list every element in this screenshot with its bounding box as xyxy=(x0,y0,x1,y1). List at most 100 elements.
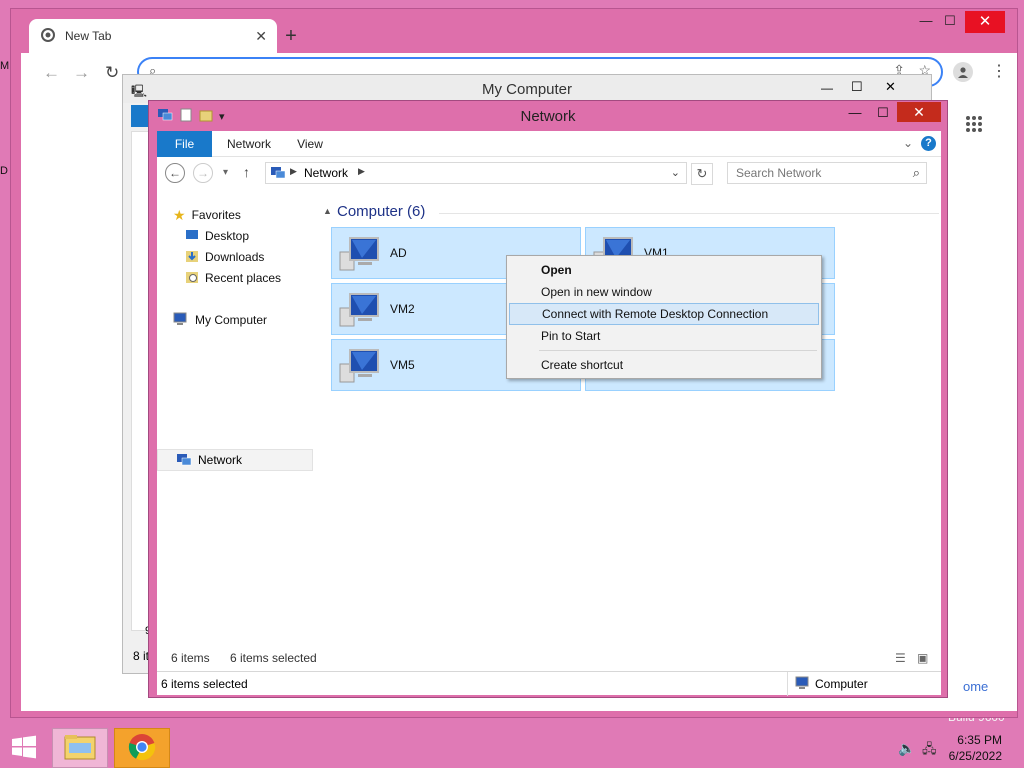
forward-button[interactable]: → xyxy=(193,163,213,183)
ribbon: File Network View ⌄ ? xyxy=(157,131,941,157)
computer-label: VM5 xyxy=(390,358,415,372)
chrome-tab-new-tab[interactable]: New Tab ✕ xyxy=(29,19,277,53)
nav-recent-label: Recent places xyxy=(205,271,282,285)
recent-places-icon xyxy=(185,270,199,287)
desktop-fragment-m: M xyxy=(0,60,10,72)
nav-downloads[interactable]: Downloads xyxy=(185,247,264,267)
forward-arrow-icon[interactable]: → xyxy=(73,63,90,83)
group-collapse-icon[interactable]: ▲ xyxy=(323,206,332,216)
address-network-icon xyxy=(270,166,286,183)
chrome-tab-title: New Tab xyxy=(65,29,112,43)
network-window: ▾ Network — ☐ ✕ File Network View ⌄ ? ← … xyxy=(148,100,948,698)
welcome-fragment[interactable]: ome xyxy=(959,673,1001,701)
statusbar-computer-label: Computer xyxy=(815,677,868,691)
network-tray-icon[interactable]: 🖧 xyxy=(922,740,937,762)
nav-my-computer-label: My Computer xyxy=(195,313,268,327)
my-computer-close-button[interactable]: ✕ xyxy=(885,79,896,95)
computer-label: VM2 xyxy=(390,302,415,316)
star-icon: ★ xyxy=(173,206,186,223)
menu-item-pin-to-start[interactable]: Pin to Start xyxy=(509,325,819,347)
up-button[interactable]: ↑ xyxy=(243,164,250,180)
menu-item-open-new-window[interactable]: Open in new window xyxy=(509,281,819,303)
file-explorer-icon xyxy=(63,733,97,764)
details-view-icon[interactable]: ☰ xyxy=(895,651,906,665)
chrome-menu-icon[interactable]: ⋮ xyxy=(991,61,1007,81)
downloads-icon xyxy=(185,249,199,266)
back-button[interactable]: ← xyxy=(165,163,185,183)
chrome-tabstrip: New Tab ✕ + — ☐ ✕ xyxy=(11,9,1017,53)
refresh-icon[interactable]: ↻ xyxy=(691,163,713,185)
nav-favorites-label: Favorites xyxy=(191,208,241,222)
nav-network-selected[interactable]: Network xyxy=(157,449,313,471)
nav-recent-places[interactable]: Recent places xyxy=(185,268,281,288)
menu-item-open[interactable]: Open xyxy=(509,259,819,281)
chrome-close-button[interactable]: ✕ xyxy=(965,11,1005,33)
menu-item-create-shortcut[interactable]: Create shortcut xyxy=(509,354,819,376)
nav-favorites[interactable]: ★ Favorites xyxy=(173,205,241,225)
chrome-favicon-icon xyxy=(41,27,55,45)
navigation-pane: ★ Favorites Desktop Downloads Recent pla… xyxy=(157,205,317,645)
taskbar-chrome[interactable] xyxy=(114,728,170,768)
address-dropdown-icon[interactable]: ⌄ xyxy=(671,166,680,179)
my-computer-title: My Computer xyxy=(481,81,573,98)
nav-desktop[interactable]: Desktop xyxy=(185,226,249,246)
network-titlebar: ▾ Network — ☐ ✕ xyxy=(149,101,947,131)
statusbar-selected: 6 items selected xyxy=(161,677,248,691)
computer-monitor-icon xyxy=(336,344,382,386)
network-status-bar: 6 items selected Computer xyxy=(157,671,941,696)
nav-downloads-label: Downloads xyxy=(205,250,265,264)
desktop-fragment-d: D xyxy=(0,165,8,177)
menu-item-remote-desktop[interactable]: Connect with Remote Desktop Connection xyxy=(509,303,819,325)
network-minimize-button[interactable]: — xyxy=(841,105,869,120)
my-computer-minimize-button[interactable]: — xyxy=(821,81,833,95)
network-nav-icon xyxy=(176,453,192,470)
recent-locations-icon[interactable]: ▾ xyxy=(223,167,228,178)
my-computer-maximize-button[interactable]: ☐ xyxy=(851,79,863,95)
network-maximize-button[interactable]: ☐ xyxy=(869,105,897,121)
my-computer-titlebar: 🖳 My Computer — ☐ ✕ xyxy=(123,75,931,103)
status-selected-count: 6 items selected xyxy=(230,651,317,665)
statusbar-divider xyxy=(787,672,788,696)
menu-separator xyxy=(539,350,817,351)
status-item-count: 6 items xyxy=(171,651,210,665)
breadcrumb-chevron-icon[interactable]: ▶ xyxy=(290,166,297,177)
ribbon-tab-network[interactable]: Network xyxy=(219,131,279,157)
search-network-input[interactable]: Search Network ⌕ xyxy=(727,162,927,184)
tab-close-icon[interactable]: ✕ xyxy=(255,28,267,45)
address-bar[interactable]: ▶ Network ▶ ⌄ xyxy=(265,162,687,184)
breadcrumb-next-chevron-icon[interactable]: ▶ xyxy=(358,166,365,177)
profile-avatar-icon[interactable] xyxy=(953,62,973,82)
network-close-button[interactable]: ✕ xyxy=(897,102,941,122)
volume-muted-icon[interactable]: 🔈 xyxy=(898,740,915,757)
windows-logo-icon xyxy=(11,735,37,762)
chrome-logo-icon xyxy=(128,733,156,764)
chrome-maximize-button[interactable]: ☐ xyxy=(935,13,965,29)
nav-network-label: Network xyxy=(198,453,243,467)
ribbon-expand-icon[interactable]: ⌄ xyxy=(903,136,913,150)
ribbon-tab-view[interactable]: View xyxy=(287,131,333,157)
nav-desktop-label: Desktop xyxy=(205,229,250,243)
my-computer-status-fragment: 8 it xyxy=(133,649,150,663)
back-arrow-icon[interactable]: ← xyxy=(43,63,60,83)
clock-date: 6/25/2022 xyxy=(948,749,1002,763)
group-header-computer[interactable]: Computer (6) xyxy=(337,203,425,220)
google-apps-icon[interactable] xyxy=(965,115,983,133)
help-icon[interactable]: ? xyxy=(921,136,936,151)
breadcrumb-network[interactable]: Network xyxy=(304,166,348,180)
network-explorer-body: File Network View ⌄ ? ← → ▾ ↑ ▶ Network … xyxy=(157,131,941,691)
search-icon: ⌕ xyxy=(912,165,920,180)
computer-monitor-icon xyxy=(336,232,382,274)
reload-icon[interactable]: ↻ xyxy=(105,63,119,83)
new-tab-button[interactable]: + xyxy=(279,25,303,48)
taskbar: 🔈 🖧 6:35 PM 6/25/2022 xyxy=(0,728,1024,768)
ribbon-tab-file[interactable]: File xyxy=(157,131,212,157)
desktop-icon xyxy=(185,229,199,244)
large-icons-view-icon[interactable]: ▣ xyxy=(917,651,928,665)
network-title: Network xyxy=(520,108,576,125)
taskbar-file-explorer[interactable] xyxy=(52,728,108,768)
nav-my-computer[interactable]: My Computer xyxy=(173,310,267,330)
taskbar-clock[interactable]: 6:35 PM 6/25/2022 xyxy=(949,732,1002,764)
group-divider xyxy=(439,213,939,214)
start-button[interactable] xyxy=(0,728,48,768)
clock-time: 6:35 PM xyxy=(957,733,1002,747)
